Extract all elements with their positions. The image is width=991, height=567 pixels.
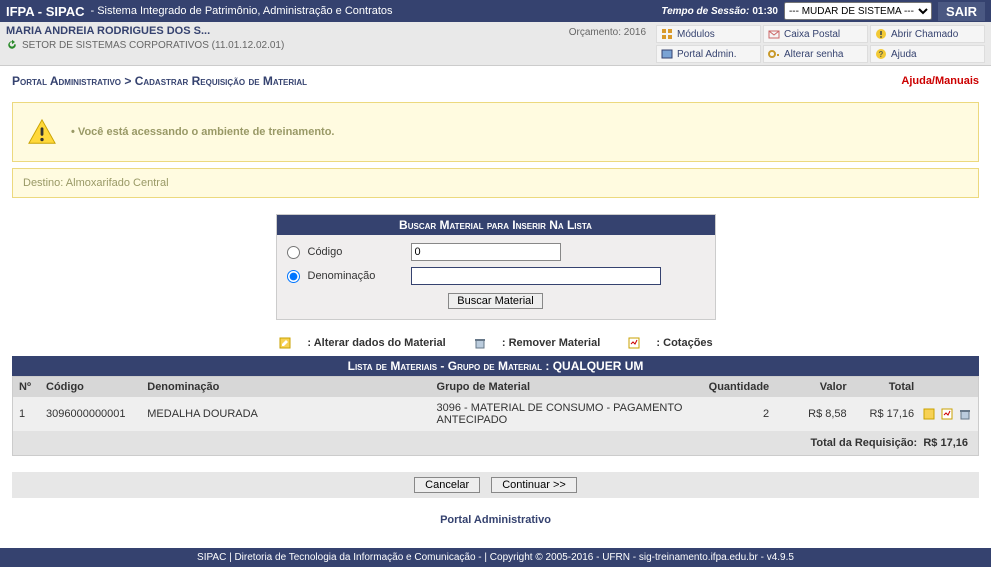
search-material-button[interactable]: Buscar Material	[448, 293, 542, 309]
training-warning-text: Você está acessando o ambiente de treina…	[78, 126, 335, 138]
header-links: Módulos Caixa Postal Abrir Chamado Porta…	[656, 25, 985, 63]
modules-link[interactable]: Módulos	[656, 25, 761, 43]
training-warning: • Você está acessando o ambiente de trei…	[12, 102, 979, 162]
admin-portal-link[interactable]: Portal Admin.	[656, 45, 761, 63]
change-system-select[interactable]: --- MUDAR DE SISTEMA ---	[784, 2, 932, 20]
name-label: Denominação	[308, 270, 403, 282]
materials-list: Lista de Materiais - Grupo de Material :…	[12, 356, 979, 456]
session-time: 01:30	[752, 6, 778, 17]
user-unit: SETOR DE SISTEMAS CORPORATIVOS (11.01.12…	[22, 40, 284, 51]
breadcrumb: Portal Administrativo > Cadastrar Requis…	[12, 74, 307, 88]
actions-legend: : Alterar dados do Material : Remover Ma…	[0, 326, 991, 356]
cancel-button[interactable]: Cancelar	[414, 477, 480, 493]
search-by-code-radio[interactable]	[287, 246, 300, 259]
system-subtitle: - Sistema Integrado de Patrimônio, Admin…	[90, 5, 392, 17]
footer: SIPAC | Diretoria de Tecnologia da Infor…	[0, 548, 991, 567]
list-title: Lista de Materiais - Grupo de Material :…	[12, 356, 979, 376]
admin-portal-backlink[interactable]: Portal Administrativo	[440, 514, 551, 526]
trash-icon	[473, 336, 487, 350]
row-trash-icon[interactable]	[958, 407, 972, 421]
refresh-icon	[6, 39, 18, 51]
edit-icon	[278, 336, 292, 350]
mailbox-link[interactable]: Caixa Postal	[763, 25, 868, 43]
search-panel: Buscar Material para Inserir Na Lista Có…	[276, 214, 716, 320]
table-header: Nº Código Denominação Grupo de Material …	[13, 377, 978, 397]
help-manuals-link[interactable]: Ajuda/Manuais	[901, 75, 979, 87]
name-input[interactable]	[411, 267, 661, 285]
code-label: Código	[308, 246, 403, 258]
top-bar: IFPA - SIPAC - Sistema Integrado de Patr…	[0, 0, 991, 22]
requisition-total: Total da Requisição: R$ 17,16	[13, 431, 978, 455]
warning-icon	[27, 117, 57, 147]
system-name: IFPA - SIPAC	[6, 4, 84, 19]
logout-button[interactable]: SAIR	[938, 2, 985, 21]
budget-year: Orçamento: 2016	[569, 25, 646, 38]
session-label: Tempo de Sessão:	[661, 6, 749, 17]
help-link[interactable]: ? Ajuda	[870, 45, 985, 63]
breadcrumb-bar: Portal Administrativo > Cadastrar Requis…	[0, 66, 991, 96]
prices-icon	[627, 336, 641, 350]
change-password-link[interactable]: Alterar senha	[763, 45, 868, 63]
user-header: MARIA ANDREIA RODRIGUES DOS S... SETOR D…	[0, 22, 991, 66]
continue-button[interactable]: Continuar >>	[491, 477, 577, 493]
table-row: 1 3096000000001 MEDALHA DOURADA 3096 - M…	[13, 397, 978, 431]
search-by-name-radio[interactable]	[287, 270, 300, 283]
row-prices-icon[interactable]	[940, 407, 954, 421]
user-name: MARIA ANDREIA RODRIGUES DOS S...	[6, 25, 569, 37]
open-ticket-link[interactable]: Abrir Chamado	[870, 25, 985, 43]
destination-box: Destino: Almoxarifado Central	[12, 168, 979, 198]
bottom-actions: Cancelar Continuar >>	[12, 472, 979, 498]
svg-text:?: ?	[879, 50, 884, 59]
row-edit-icon[interactable]	[922, 407, 936, 421]
code-input[interactable]	[411, 243, 561, 261]
search-panel-title: Buscar Material para Inserir Na Lista	[277, 215, 715, 235]
